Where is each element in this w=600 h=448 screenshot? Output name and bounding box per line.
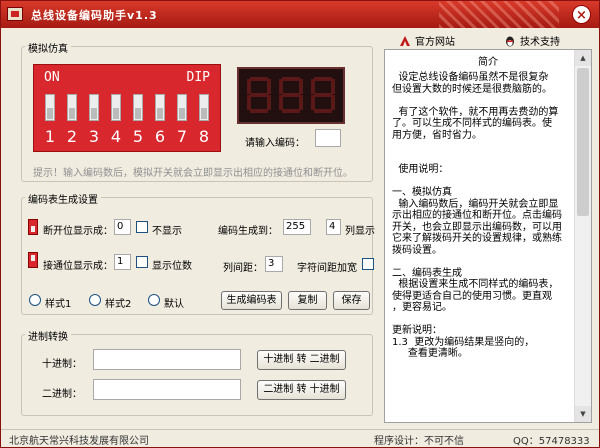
close-button[interactable]: × xyxy=(572,5,591,24)
convert-group-title: 进制转换 xyxy=(25,328,71,343)
on-bit-label: 接通位显示成： xyxy=(43,261,113,272)
gen-to-input[interactable]: 255 xyxy=(283,219,311,235)
col-gap-label: 列间距： xyxy=(223,263,263,274)
intro-title: 简介 xyxy=(478,57,498,68)
dip-switch-8[interactable] xyxy=(199,94,209,121)
dip-switch-3[interactable] xyxy=(89,94,99,121)
scroll-thumb[interactable] xyxy=(577,68,589,216)
off-hide-checkbox[interactable] xyxy=(136,221,148,233)
style1-radio[interactable] xyxy=(29,294,41,306)
generate-table-button[interactable]: 生成编码表 xyxy=(221,291,282,310)
copy-button[interactable]: 复制 xyxy=(288,291,327,310)
decimal-input[interactable] xyxy=(93,349,241,370)
show-bits-label: 显示位数 xyxy=(152,261,192,272)
off-bit-input[interactable]: 0 xyxy=(114,219,131,235)
dip-switch-2[interactable] xyxy=(67,94,77,121)
dip-label: DIP xyxy=(186,70,210,85)
style2-label: 样式2 xyxy=(105,299,132,310)
gen-to-label: 编码生成到： xyxy=(218,226,278,237)
intro-text: 设定总线设备编码虽然不是很复杂 但设置大数的时候还是很费脑筋的。 有了这个软件，… xyxy=(392,72,562,359)
main-window: 总线设备编码助手v1.3 × 模拟仿真 ON DIP 1 2 3 4 5 6 7… xyxy=(0,0,600,448)
dec-to-bin-button[interactable]: 十进制 转 二进制 xyxy=(257,350,346,370)
style2-radio[interactable] xyxy=(89,294,101,306)
char-gap-label: 字符间距加宽 xyxy=(297,263,357,274)
code-input-label: 请输入编码： xyxy=(245,138,305,149)
dip-number-5: 5 xyxy=(132,127,144,146)
logo-a-icon xyxy=(400,36,410,46)
on-bit-input[interactable]: 1 xyxy=(114,254,131,270)
dip-on-label: ON xyxy=(44,70,60,85)
status-bar: 北京航天常兴科技发展有限公司 程序设计：不可不信 QQ：57478333 xyxy=(1,429,599,447)
app-icon xyxy=(7,7,23,21)
official-site-label: 官方网站 xyxy=(415,37,455,48)
on-bit-switch-icon xyxy=(28,252,38,268)
dip-number-2: 2 xyxy=(66,127,78,146)
char-gap-checkbox[interactable] xyxy=(362,258,374,270)
off-hide-label: 不显示 xyxy=(152,226,182,237)
dip-number-3: 3 xyxy=(88,127,100,146)
code-input[interactable] xyxy=(315,129,341,147)
company-name: 北京航天常兴科技发展有限公司 xyxy=(9,436,149,447)
qq-number: QQ：57478333 xyxy=(513,436,590,447)
show-bits-checkbox[interactable] xyxy=(136,256,148,268)
intro-panel[interactable]: 简介 设定总线设备编码虽然不是很复杂 但设置大数的时候还是很费脑筋的。 有了这个… xyxy=(384,49,592,423)
dip-number-1: 1 xyxy=(44,127,56,146)
cols-label: 列显示 xyxy=(345,226,375,237)
sim-group-title: 模拟仿真 xyxy=(25,40,71,55)
seg-digit-2 xyxy=(279,77,303,113)
window-title: 总线设备编码助手v1.3 xyxy=(31,9,158,22)
binary-input[interactable] xyxy=(93,379,241,400)
off-bit-switch-icon xyxy=(28,219,38,235)
sim-tip: 提示！输入编码数后，模拟开关就会立即显示出相应的接通位和断开位。 xyxy=(33,168,353,179)
default-label: 默认 xyxy=(164,299,184,310)
style1-label: 样式1 xyxy=(45,299,72,310)
dip-switch-1[interactable] xyxy=(45,94,55,121)
dip-switch-4[interactable] xyxy=(111,94,121,121)
dip-number-8: 8 xyxy=(198,127,210,146)
dip-number-7: 7 xyxy=(176,127,188,146)
save-button[interactable]: 保存 xyxy=(333,291,370,310)
dip-number-4: 4 xyxy=(110,127,122,146)
dip-switch-5[interactable] xyxy=(133,94,143,121)
dip-switch-block[interactable]: ON DIP 1 2 3 4 5 6 7 8 xyxy=(33,64,221,152)
dip-number-6: 6 xyxy=(154,127,166,146)
designer-credit: 程序设计：不可不信 xyxy=(374,436,464,447)
binary-label: 二进制： xyxy=(42,389,82,400)
off-bit-label: 断开位显示成： xyxy=(43,226,113,237)
seven-segment-display xyxy=(237,67,345,124)
title-bar[interactable]: 总线设备编码助手v1.3 × xyxy=(1,1,599,28)
seg-digit-1 xyxy=(247,77,271,113)
qq-penguin-icon xyxy=(506,36,514,47)
tech-support-link[interactable]: 技术支持 xyxy=(504,33,560,48)
table-group-title: 编码表生成设置 xyxy=(25,191,101,206)
official-site-link[interactable]: 官方网站 xyxy=(399,33,455,48)
title-bar-pattern xyxy=(439,1,559,28)
convert-group xyxy=(21,334,373,416)
cols-input[interactable]: 4 xyxy=(326,219,341,235)
seg-digit-3 xyxy=(311,77,335,113)
decimal-label: 十进制： xyxy=(42,359,82,370)
col-gap-input[interactable]: 3 xyxy=(265,256,283,272)
dip-switch-7[interactable] xyxy=(177,94,187,121)
intro-scrollbar[interactable]: ▲ ▼ xyxy=(574,50,591,422)
scroll-up-icon[interactable]: ▲ xyxy=(575,50,591,66)
scroll-down-icon[interactable]: ▼ xyxy=(575,406,591,422)
bin-to-dec-button[interactable]: 二进制 转 十进制 xyxy=(257,380,346,400)
default-radio[interactable] xyxy=(148,294,160,306)
dip-switch-6[interactable] xyxy=(155,94,165,121)
tech-support-label: 技术支持 xyxy=(520,37,560,48)
